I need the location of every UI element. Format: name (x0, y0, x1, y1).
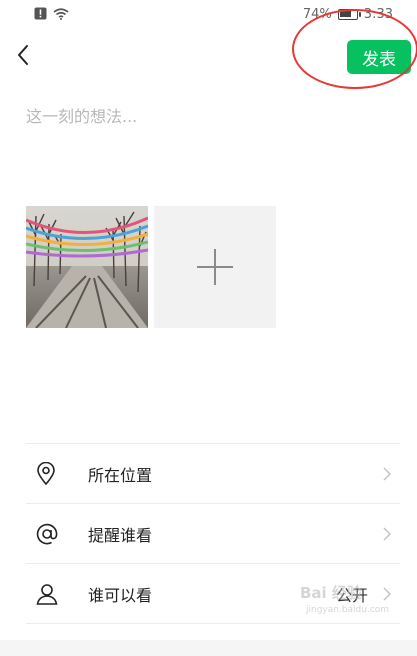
battery-fill (339, 11, 351, 17)
location-pin-icon (26, 462, 76, 486)
publish-button[interactable]: 发表 (347, 40, 411, 74)
divider (26, 503, 400, 504)
option-mention[interactable]: 提醒谁看 (26, 505, 400, 563)
option-location[interactable]: 所在位置 (26, 445, 400, 503)
at-sign-icon (26, 523, 76, 545)
status-bar: 74% 3:33 (0, 0, 417, 32)
option-visibility-value: 公开 (335, 586, 368, 605)
status-right: 74% 3:33 (303, 7, 393, 22)
chevron-right-icon (380, 527, 394, 541)
plus-icon (197, 249, 233, 285)
photo-image (26, 206, 148, 328)
option-mention-label: 提醒谁看 (88, 526, 153, 545)
add-photo-button[interactable] (154, 206, 276, 328)
status-left (34, 7, 69, 20)
battery-percent: 74% (302, 7, 332, 22)
divider (26, 623, 400, 624)
battery-icon (337, 9, 361, 20)
divider (26, 443, 400, 444)
wifi-icon (53, 7, 69, 20)
chevron-left-icon (18, 45, 28, 65)
option-location-label: 所在位置 (88, 466, 153, 485)
option-visibility-label: 谁可以看 (88, 586, 153, 605)
post-text-input[interactable] (22, 96, 400, 136)
chevron-right-icon (380, 587, 394, 601)
alert-icon (34, 7, 47, 20)
clock: 3:33 (363, 7, 393, 22)
photo-thumbnail[interactable] (26, 206, 148, 328)
person-icon (26, 583, 76, 605)
back-button[interactable] (8, 40, 38, 70)
chevron-right-icon (380, 467, 394, 481)
option-visibility[interactable]: 谁可以看 公开 (26, 565, 400, 623)
divider (26, 563, 400, 564)
bottom-edge (0, 640, 417, 656)
